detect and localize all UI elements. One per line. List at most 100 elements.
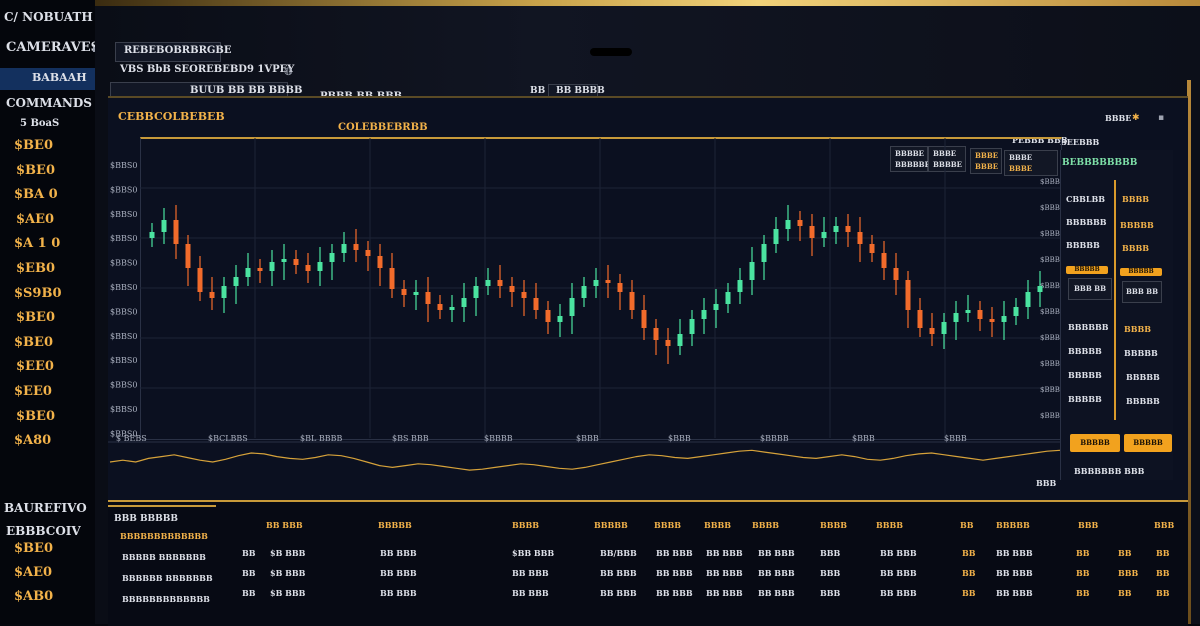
order-cell: BB BBB bbox=[758, 568, 795, 578]
candle-bear bbox=[869, 244, 875, 253]
x-axis-label: $BBB bbox=[576, 434, 599, 443]
x-axis-label: $ BEBS bbox=[116, 434, 147, 443]
order-cell: BB BBB bbox=[600, 588, 637, 598]
y-tick-label: $BBS0 bbox=[110, 259, 137, 268]
order-cell: BB BBB bbox=[706, 568, 743, 578]
order-row-name[interactable]: BBBBBB BBBBBBB bbox=[122, 573, 213, 583]
candle-bull bbox=[569, 298, 575, 316]
candle-bear bbox=[617, 283, 623, 292]
sidebar-value: $BA 0 bbox=[14, 187, 58, 203]
y-tick-label: $BBS0 bbox=[110, 283, 137, 292]
candle-bull bbox=[413, 292, 419, 295]
order-cell: BB BBB bbox=[706, 588, 743, 598]
order-cell: BB bbox=[1156, 588, 1170, 598]
rp-row1-left: CBBLBB bbox=[1066, 194, 1106, 204]
order-cell: BB BBB bbox=[758, 588, 795, 598]
order-cell: $B BBB bbox=[270, 588, 306, 598]
sidebar-bottom-value: $BE0 bbox=[14, 541, 53, 556]
rp-box-1[interactable]: BBB BB bbox=[1068, 278, 1112, 300]
sidebar-bottom-value: $AE0 bbox=[14, 565, 53, 580]
order-cell: BB BBB bbox=[880, 568, 917, 578]
sidebar-value: $EE0 bbox=[14, 384, 52, 399]
candle-bull bbox=[701, 310, 707, 319]
candle-bull bbox=[821, 232, 827, 238]
rp-footer-val: BBB bbox=[1036, 478, 1057, 488]
right-axis-label: $BBB bbox=[1040, 360, 1060, 368]
sidebar-small-label: 5 BoaS bbox=[20, 118, 60, 129]
sidebar-value: $AE0 bbox=[16, 211, 55, 227]
y-tick-label: $BBS0 bbox=[110, 234, 137, 243]
x-axis-label: $BL BBBB bbox=[300, 434, 342, 443]
order-cell: BB bbox=[1118, 548, 1132, 558]
x-axis-label: $BCLBBS bbox=[208, 434, 248, 443]
candle-bear bbox=[209, 292, 215, 298]
order-row-name[interactable]: BBBBB BBBBBBB bbox=[122, 552, 206, 562]
order-cell: BB bbox=[1156, 548, 1170, 558]
rp-row5-right: BBBBB bbox=[1124, 348, 1158, 358]
orders-header: BBB bbox=[1078, 520, 1099, 530]
candle-bear bbox=[365, 250, 371, 256]
rp-row4-right: BBBB bbox=[1124, 324, 1152, 334]
rp-row5-left: BBBBB bbox=[1068, 346, 1102, 356]
order-cell: BB bbox=[1076, 548, 1090, 558]
right-axis-label: $BBB bbox=[1040, 386, 1060, 394]
right-axis-label: $BBB bbox=[1040, 204, 1060, 212]
orders-header: BBBB bbox=[820, 520, 848, 530]
orders-header: BBBB bbox=[876, 520, 904, 530]
orders-header: BBBBBBBBBBBBB bbox=[120, 531, 208, 541]
toolbar-field-1-text: BUUB BB BB BBBB bbox=[190, 85, 303, 96]
candle-bear bbox=[497, 280, 503, 286]
rp-box-2[interactable]: BBB BB bbox=[1122, 281, 1162, 303]
x-axis-label: $BS BBB bbox=[392, 434, 429, 443]
candle-bear bbox=[857, 232, 863, 244]
right-axis-label: $BBB bbox=[1040, 178, 1060, 186]
right-panel-divider bbox=[1114, 180, 1116, 420]
rp-orange-1[interactable]: BBBBB bbox=[1066, 266, 1108, 274]
x-axis-label: $BBBB bbox=[760, 434, 789, 443]
candle-bull bbox=[461, 298, 467, 307]
sidebar-value: $BE0 bbox=[14, 334, 53, 350]
candle-bull bbox=[221, 286, 227, 298]
gear-icon[interactable]: ✱ bbox=[1132, 113, 1140, 123]
rp-row3-right: BBBB bbox=[1122, 243, 1150, 253]
order-row-name[interactable]: BBBBBBBBBBBBB bbox=[122, 594, 210, 604]
rp-action-a[interactable]: BBBBB bbox=[1070, 434, 1120, 452]
candle-bull bbox=[749, 262, 755, 280]
candle-bear bbox=[521, 292, 527, 298]
order-cell: BB BBB bbox=[996, 548, 1033, 558]
close-icon[interactable]: ▪ bbox=[1158, 113, 1164, 123]
order-cell: BB bbox=[962, 548, 976, 558]
candle-bear bbox=[377, 256, 383, 268]
candle-bull bbox=[281, 259, 287, 262]
candle-bear bbox=[665, 340, 671, 346]
toolbar-subtitle: VBS BbB SEOREBEBD9 1VPEY bbox=[120, 64, 295, 75]
candle-bear bbox=[173, 220, 179, 244]
y-tick-label: $BBS0 bbox=[110, 332, 137, 341]
right-scroll-icons bbox=[1186, 120, 1198, 500]
sidebar-value: $EB0 bbox=[16, 261, 55, 276]
x-axis-label: $BBB bbox=[852, 434, 875, 443]
order-cell: BB BBB bbox=[656, 548, 693, 558]
sidebar-bottom-section: EBBBCOIV bbox=[6, 524, 81, 538]
candle-bear bbox=[641, 310, 647, 328]
rp-orange-2[interactable]: BBBBB bbox=[1120, 268, 1162, 276]
sidebar-bottom-label: BAUREFIVO bbox=[4, 501, 87, 515]
right-axis-label: $BBB bbox=[1040, 308, 1060, 316]
search-icon[interactable]: ◍ bbox=[284, 66, 293, 77]
candle-bull bbox=[953, 313, 959, 322]
order-cell: BBB bbox=[820, 588, 841, 598]
orders-header: BBBBB bbox=[378, 520, 412, 530]
candlestick-chart[interactable]: $BBS0 $BBS0 $BBS0 $BBS0 $BBS0 $BBS0 $BBS0 $BBS0… bbox=[108, 130, 1068, 500]
order-cell: BB bbox=[242, 588, 256, 598]
toolbar-field-4-text: BB BBBB bbox=[556, 86, 605, 96]
rp-row7-right: BBBBB bbox=[1126, 396, 1160, 406]
candle-bull bbox=[965, 310, 971, 313]
order-cell: BBB bbox=[820, 548, 841, 558]
orders-tab[interactable]: BBB BBBBB bbox=[114, 514, 178, 524]
order-cell: BB bbox=[1156, 568, 1170, 578]
order-cell: BB BBB bbox=[880, 548, 917, 558]
candle-bull bbox=[233, 277, 239, 286]
rp-action-b[interactable]: BBBBB bbox=[1124, 434, 1172, 452]
sidebar-value: $BE0 bbox=[16, 408, 55, 424]
candle-bear bbox=[197, 268, 203, 292]
